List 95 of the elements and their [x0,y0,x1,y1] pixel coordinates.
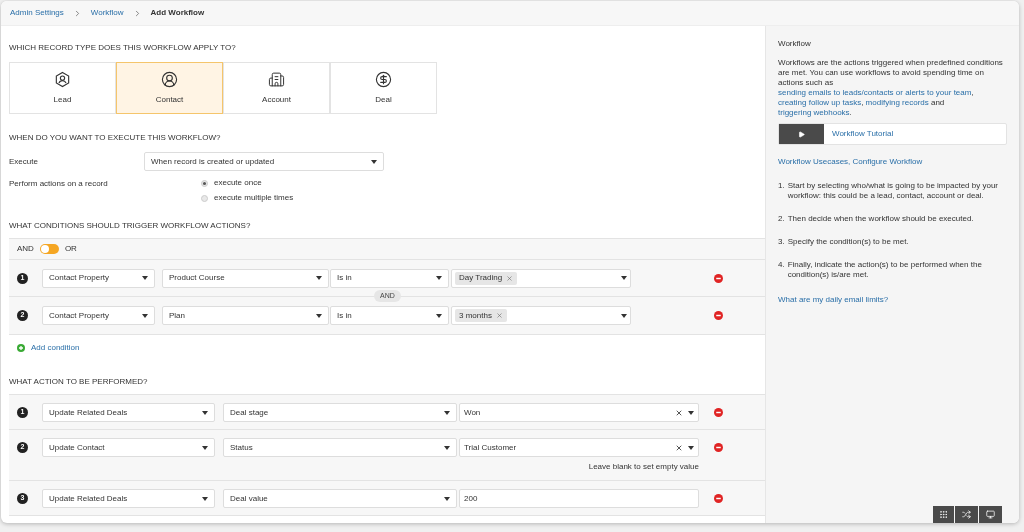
property-select[interactable]: Contact Property [42,268,155,288]
sidebar-title: Workflow [778,39,812,49]
radio-icon[interactable] [201,179,208,187]
field-select[interactable]: Plan [162,306,329,325]
step-number: 2. [778,214,785,224]
caret-icon [436,313,442,318]
remove-icon[interactable] [714,311,723,320]
record-type-card[interactable]: Lead [9,62,116,114]
field-select[interactable]: Product Course [162,268,329,288]
shuffle-icon [962,510,971,519]
caret-icon [316,313,322,318]
caret-icon [142,313,148,318]
step-text: Start by selecting who/what is going to be impacted by your workflow: this could be a lead, contact, account or deal. [787,181,999,201]
caret-icon [444,445,450,450]
breadcrumb-link[interactable]: Workflow [90,7,124,19]
field-hint: Leave blank to set empty value [588,461,699,473]
step-text: Specify the condition(s) to be met. [787,237,909,247]
record-type-card[interactable]: Contact [116,62,223,114]
caret-icon [436,276,442,280]
record-type-card[interactable]: Deal [330,62,437,114]
caret-icon [688,410,694,415]
play-button[interactable] [779,124,824,144]
section-heading: WHAT CONDITIONS SHOULD TRIGGER WORKFLOW ACTIONS? [9,220,252,232]
caret-icon [688,445,694,450]
remove-icon[interactable] [714,408,723,417]
remove-icon[interactable] [714,443,723,452]
and-label: AND [17,243,34,255]
tutorial-video-bar[interactable]: Workflow Tutorial [778,123,1007,145]
radio-icon[interactable] [201,194,208,202]
breadcrumb-link[interactable]: Admin Settings [10,7,64,19]
action-field-select[interactable]: Deal stage [223,403,457,422]
operator-select[interactable]: Is in [330,268,449,288]
value-multiselect[interactable]: 3 months [451,306,631,325]
play-icon [798,130,805,138]
caret-icon [371,159,377,164]
and-or-toggle[interactable] [39,244,59,254]
action-target-select[interactable]: Update Contact [42,438,215,457]
clear-icon[interactable] [675,408,683,417]
operator-select[interactable]: Is in [330,306,449,325]
value-tag: 3 months [455,309,507,322]
add-condition-link[interactable]: Add condition [17,342,765,354]
caret-icon [621,276,627,280]
step-text: Finally, indicate the action(s) to be performed when the condition(s) is/are met. [787,260,983,280]
caret-icon [316,276,322,280]
action-field-select[interactable]: Status [223,438,457,457]
value-multiselect[interactable]: Day Trading [451,268,631,288]
action-value-select[interactable]: Won [459,403,699,422]
action-target-select[interactable]: Update Related Deals [42,403,215,422]
radio-option[interactable]: execute once [201,177,294,189]
step-text: Then decide when the workflow should be executed. [787,214,974,224]
step-number: 3. [778,237,785,247]
caret-icon [444,496,450,501]
section-heading: WHEN DO YOU WANT TO EXECUTE THIS WORKFLOW? [9,132,222,144]
action-value-select[interactable]: Trial Customer [459,438,699,457]
hexagon-user-icon [54,70,71,88]
user-circle-icon [161,70,178,88]
property-select[interactable]: Contact Property [42,306,155,325]
breadcrumb-current: Add Workflow [150,7,205,19]
help-link[interactable]: triggering webhooks [778,108,850,117]
action-target-select[interactable]: Update Related Deals [42,489,215,508]
remove-icon[interactable] [714,273,723,283]
help-link[interactable]: modifying records [865,98,929,107]
plus-circle-icon [17,344,25,352]
clear-icon[interactable] [675,443,683,452]
usecases-link[interactable]: Workflow Usecases, Configure Workflow [778,157,1007,167]
tutorial-link[interactable]: Workflow Tutorial [832,129,894,139]
step-number: 4. [778,260,785,271]
section-heading: WHICH RECORD TYPE DOES THIS WORKFLOW APPLY TO? [9,42,237,54]
caret-icon [202,496,208,501]
remove-icon[interactable] [714,494,723,503]
monitor-button[interactable] [979,506,1002,523]
sidebar-description: Workflows are the actions triggered when predefined conditions are met. You can use workflows to avoid spending time on actions such as sending emails to leads/contacts or alerts to your team, creating follow up tasks, modifying records and triggering webhooks. [778,58,1004,118]
grid-icon [939,510,948,519]
caret-icon [202,445,208,450]
caret-icon [444,410,450,415]
caret-icon [202,410,208,415]
email-limits-link[interactable]: What are my daily email limits? [778,295,1007,305]
building-icon [268,70,285,88]
caret-icon [621,313,627,318]
execute-select[interactable]: When record is created or updated [144,152,384,171]
record-type-card[interactable]: Account [223,62,330,114]
dollar-circle-icon [375,70,392,88]
monitor-icon [986,510,995,519]
step-number: 1. [778,181,785,192]
field-label: Execute [9,155,39,168]
field-label: Perform actions on a record [9,178,109,190]
radio-option[interactable]: execute multiple times [201,192,294,204]
grid-button[interactable] [933,506,954,523]
shuffle-button[interactable] [955,506,978,523]
action-value-input[interactable]: 200 [459,489,699,508]
value-tag: Day Trading [455,271,518,285]
action-field-select[interactable]: Deal value [223,489,457,508]
or-label: OR [64,243,77,255]
caret-icon [142,276,148,280]
section-heading: WHAT ACTION TO BE PERFORMED? [9,376,149,388]
